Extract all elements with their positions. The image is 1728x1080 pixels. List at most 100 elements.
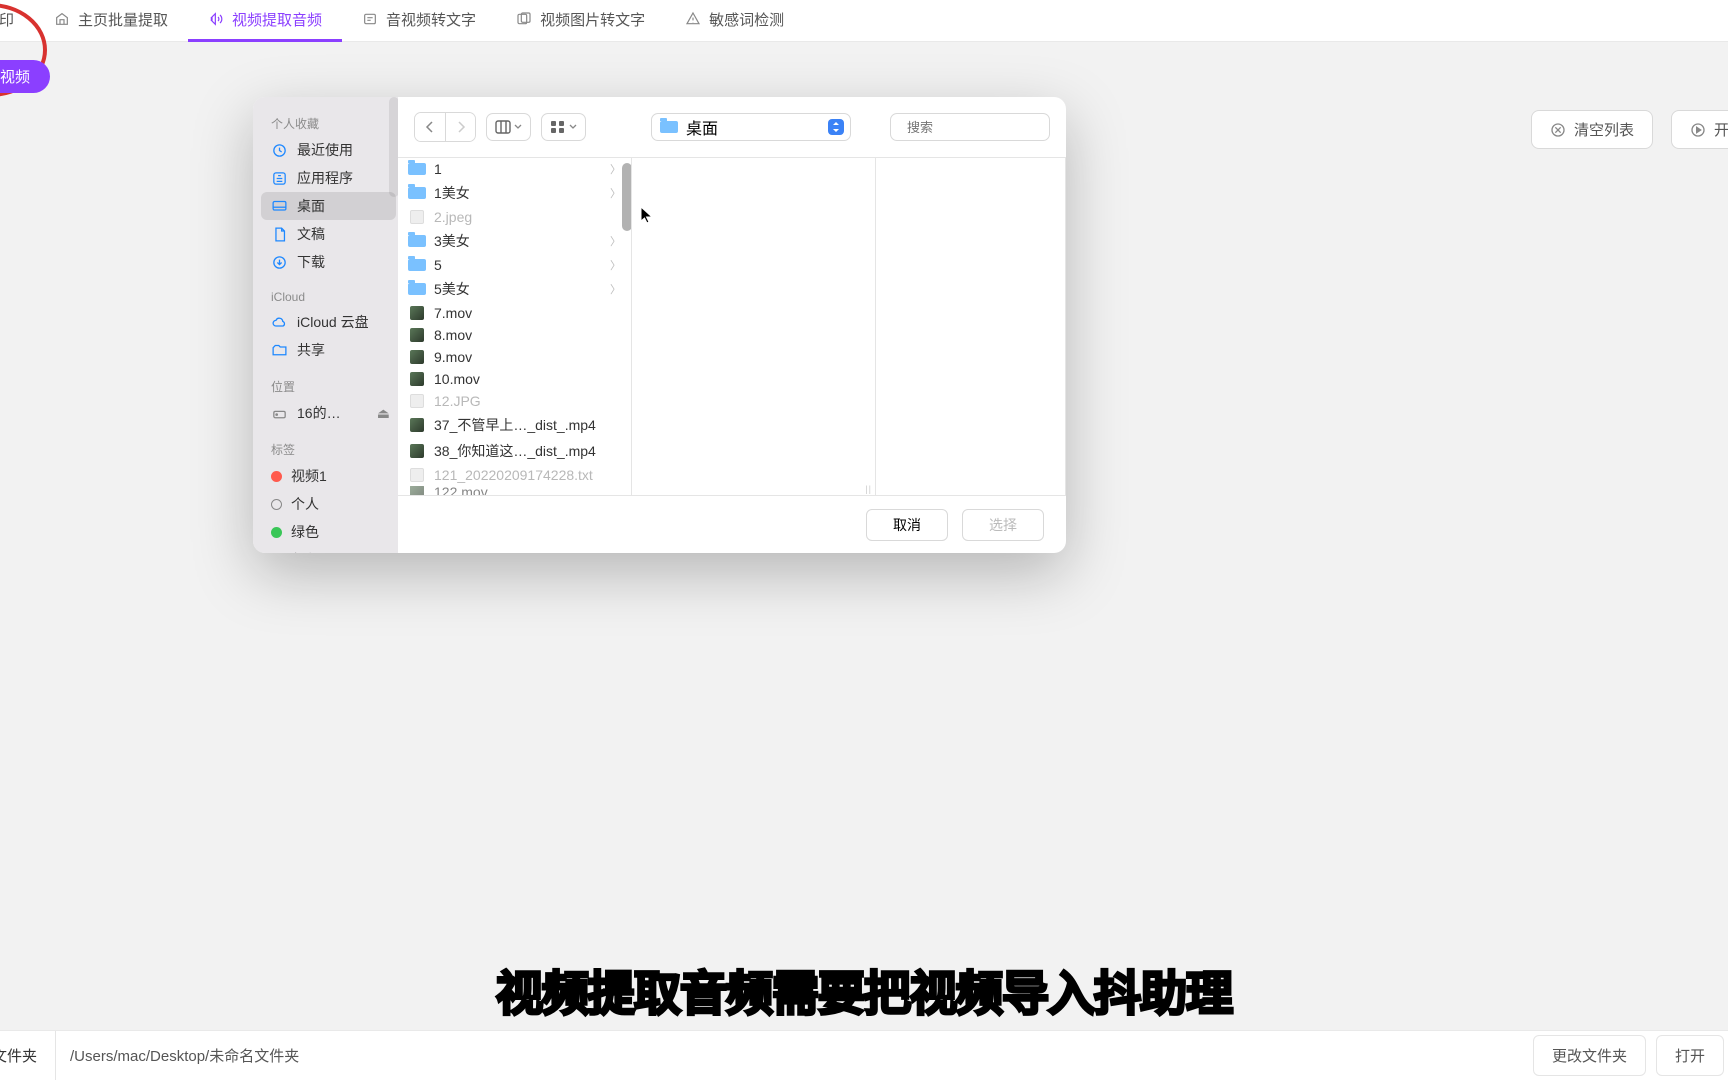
- sidebar-item-label: 下载: [297, 252, 325, 272]
- sidebar-item-iCloud 云盘[interactable]: iCloud 云盘: [261, 308, 396, 336]
- tab-vimg2text[interactable]: 视频图片转文字: [496, 0, 665, 42]
- sidebar-heading-icloud: iCloud: [271, 290, 388, 304]
- file-list-column-1[interactable]: 1 〉 1美女 〉 2.jpeg 3美女 〉 5 〉 5美女 〉 7.mov 8…: [398, 158, 632, 495]
- file-picker-search[interactable]: [890, 113, 1050, 141]
- tag-dot-icon: [271, 471, 282, 482]
- folder-icon: [408, 186, 426, 200]
- open-folder-button[interactable]: 打开: [1656, 1035, 1724, 1076]
- nav-forward-button[interactable]: [445, 113, 475, 141]
- change-folder-button[interactable]: 更改文件夹: [1533, 1035, 1646, 1076]
- location-name: 桌面: [686, 115, 718, 139]
- sidebar-item-共享[interactable]: 共享: [261, 336, 396, 364]
- file-name: 12.JPG: [434, 393, 481, 409]
- tab-av2text[interactable]: 音视频转文字: [342, 0, 496, 42]
- sidebar-tag-视频1[interactable]: 视频1: [261, 462, 396, 490]
- view-columns-button[interactable]: [486, 113, 531, 141]
- doc-icon: [271, 226, 288, 243]
- file-name: 9.mov: [434, 349, 472, 365]
- file-row[interactable]: 12.JPG: [398, 390, 631, 412]
- location-popup[interactable]: 桌面: [651, 113, 851, 141]
- sensitive-icon: [685, 11, 701, 27]
- video_cut-icon: [408, 486, 426, 495]
- file-list-column-3[interactable]: [876, 158, 1066, 495]
- file-row[interactable]: 121_20220209174228.txt: [398, 464, 631, 486]
- view-group-button[interactable]: [541, 113, 586, 141]
- sidebar-item-文稿[interactable]: 文稿: [261, 220, 396, 248]
- sidebar-item-最近使用[interactable]: 最近使用: [261, 136, 396, 164]
- sidebar-item-label: 最近使用: [297, 140, 353, 160]
- tag-dot-icon: [271, 499, 282, 510]
- sidebar-item-应用程序[interactable]: 应用程序: [261, 164, 396, 192]
- file-list-column-2[interactable]: ||: [632, 158, 876, 495]
- file-row[interactable]: 1美女 〉: [398, 180, 631, 206]
- file-row[interactable]: 2.jpeg: [398, 206, 631, 228]
- file-name: 37_不管早上…_dist_.mp4: [434, 415, 596, 435]
- nav-back-button[interactable]: [415, 113, 445, 141]
- file-row[interactable]: 3美女 〉: [398, 228, 631, 254]
- dialog-footer: 取消 选择: [398, 495, 1066, 553]
- sidebar-tag-灰色[interactable]: 灰色: [261, 546, 396, 553]
- file-row[interactable]: 37_不管早上…_dist_.mp4: [398, 412, 631, 438]
- file-picker-dialog: 个人收藏 最近使用 应用程序 桌面 文稿 下载 iCl: [253, 97, 1066, 553]
- eject-icon[interactable]: ⏏: [377, 405, 390, 422]
- file-row[interactable]: 10.mov: [398, 368, 631, 390]
- tab-label: 视频提取音频: [232, 9, 322, 30]
- clear-list-button[interactable]: 清空列表: [1531, 110, 1653, 149]
- search-input[interactable]: [907, 120, 1066, 135]
- app-icon: [271, 170, 288, 187]
- down-icon: [271, 254, 288, 271]
- file-name: 5: [434, 257, 442, 273]
- chevron-right-icon: 〉: [610, 233, 621, 249]
- image-icon: [408, 210, 426, 224]
- video-icon: [408, 328, 426, 342]
- sidebar-item-16的…[interactable]: 16的… ⏏: [261, 399, 396, 427]
- file-name: 8.mov: [434, 327, 472, 343]
- sidebar-tag-绿色[interactable]: 绿色: [261, 518, 396, 546]
- import-video-button[interactable]: 视频: [0, 60, 50, 93]
- file-row[interactable]: 122.mov: [398, 486, 631, 495]
- file-name: 2.jpeg: [434, 209, 472, 225]
- file-row[interactable]: 7.mov: [398, 302, 631, 324]
- tag-dot-icon: [271, 527, 282, 538]
- location-chevron-icon: [828, 119, 844, 135]
- file-row[interactable]: 8.mov: [398, 324, 631, 346]
- sidebar-tag-个人[interactable]: 个人: [261, 490, 396, 518]
- tab-sensitive[interactable]: 敏感词检测: [665, 0, 804, 42]
- scribble-annotation: [0, 0, 75, 110]
- video-icon: [408, 350, 426, 364]
- disk-icon: [271, 405, 288, 422]
- sidebar-scrollbar[interactable]: [389, 97, 398, 197]
- sidebar-item-桌面[interactable]: 桌面: [261, 192, 396, 220]
- file-row[interactable]: 1 〉: [398, 158, 631, 180]
- chevron-right-icon: 〉: [610, 281, 621, 297]
- folder-icon: [408, 258, 426, 272]
- file-row[interactable]: 5美女 〉: [398, 276, 631, 302]
- column-scrollbar[interactable]: [622, 163, 632, 231]
- shared-icon: [271, 342, 288, 359]
- sidebar-item-label: 桌面: [297, 196, 325, 216]
- column-resize-handle[interactable]: ||: [865, 488, 872, 491]
- file-picker-sidebar[interactable]: 个人收藏 最近使用 应用程序 桌面 文稿 下载 iCl: [253, 97, 398, 553]
- output-path-field[interactable]: /Users/mac/Desktop/未命名文件夹: [55, 1031, 1523, 1080]
- tab-label: 主页批量提取: [78, 9, 168, 30]
- choose-button[interactable]: 选择: [962, 509, 1044, 541]
- tab-extract[interactable]: 视频提取音频: [188, 0, 342, 42]
- cancel-button[interactable]: 取消: [866, 509, 948, 541]
- file-row[interactable]: 9.mov: [398, 346, 631, 368]
- open-button-right[interactable]: 开: [1671, 110, 1728, 149]
- mouse-cursor: [640, 206, 654, 226]
- file-name: 5美女: [434, 279, 470, 299]
- sidebar-item-label: 个人: [291, 494, 319, 514]
- file-row[interactable]: 38_你知道这…_dist_.mp4: [398, 438, 631, 464]
- sidebar-item-label: iCloud 云盘: [297, 312, 369, 332]
- clear-list-label: 清空列表: [1574, 119, 1634, 140]
- file-name: 7.mov: [434, 305, 472, 321]
- sidebar-item-下载[interactable]: 下载: [261, 248, 396, 276]
- right-actions: 清空列表 开: [1531, 110, 1728, 149]
- file-row[interactable]: 5 〉: [398, 254, 631, 276]
- sidebar-item-label: 绿色: [291, 522, 319, 542]
- chevron-right-icon: 〉: [610, 161, 621, 177]
- file-name: 121_20220209174228.txt: [434, 467, 593, 483]
- sidebar-item-label: 视频1: [291, 466, 327, 486]
- clock-icon: [271, 142, 288, 159]
